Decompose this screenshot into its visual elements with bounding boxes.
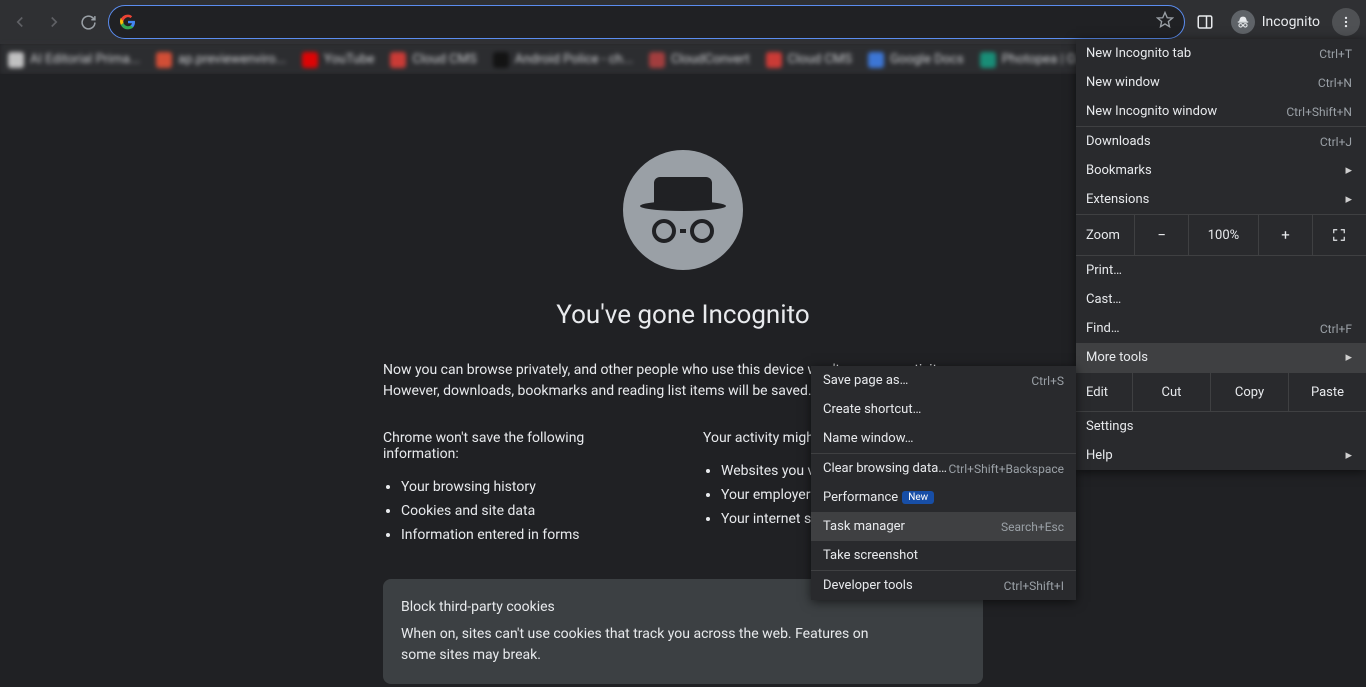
chrome-menu-button[interactable] <box>1332 8 1360 36</box>
submenu-name-window[interactable]: Name window… <box>811 424 1076 453</box>
menu-settings[interactable]: Settings <box>1076 412 1366 441</box>
menu-find[interactable]: Find…Ctrl+F <box>1076 314 1366 343</box>
edit-label: Edit <box>1076 373 1132 411</box>
menu-new-incognito-tab[interactable]: New Incognito tabCtrl+T <box>1076 39 1366 68</box>
side-panel-button[interactable] <box>1191 8 1219 36</box>
submenu-developer-tools[interactable]: Developer toolsCtrl+Shift+I <box>811 571 1076 600</box>
list-item: Information entered in forms <box>401 524 663 548</box>
back-button[interactable] <box>6 8 34 36</box>
bookmark-star-icon[interactable] <box>1156 11 1174 33</box>
submenu-performance[interactable]: PerformanceNew <box>811 483 1076 512</box>
wont-save-heading: Chrome won't save the following informat… <box>383 430 663 462</box>
bookmark-item[interactable]: Photopea | O... <box>980 52 1086 68</box>
chevron-right-icon: ▸ <box>1345 448 1352 463</box>
bookmark-item[interactable]: AI Editorial Prima... <box>8 52 140 68</box>
chevron-right-icon: ▸ <box>1345 192 1352 207</box>
bookmark-item[interactable]: ap.previewenviro... <box>156 52 286 68</box>
chrome-main-menu: New Incognito tabCtrl+T New windowCtrl+N… <box>1076 39 1366 470</box>
menu-new-window[interactable]: New windowCtrl+N <box>1076 68 1366 97</box>
list-item: Cookies and site data <box>401 500 663 524</box>
menu-new-incognito-window[interactable]: New Incognito windowCtrl+Shift+N <box>1076 97 1366 126</box>
incognito-hero-icon <box>623 150 743 270</box>
zoom-value: 100% <box>1188 215 1258 255</box>
bookmark-item[interactable]: Google Docs <box>868 52 964 68</box>
bookmark-item[interactable]: Cloud CMS <box>390 52 476 68</box>
incognito-label: Incognito <box>1262 14 1320 30</box>
menu-downloads[interactable]: DownloadsCtrl+J <box>1076 127 1366 156</box>
copy-button[interactable]: Copy <box>1210 373 1288 411</box>
forward-button[interactable] <box>40 8 68 36</box>
bookmark-item[interactable]: Android Police - ch... <box>493 52 633 68</box>
address-bar[interactable] <box>108 5 1185 39</box>
incognito-icon <box>1231 10 1255 34</box>
submenu-take-screenshot[interactable]: Take screenshot <box>811 541 1076 570</box>
menu-print[interactable]: Print… <box>1076 256 1366 285</box>
menu-extensions[interactable]: Extensions▸ <box>1076 185 1366 214</box>
menu-help[interactable]: Help▸ <box>1076 441 1366 470</box>
reload-button[interactable] <box>74 8 102 36</box>
bookmark-item[interactable]: YouTube <box>302 52 375 68</box>
new-badge: New <box>902 491 934 504</box>
browser-toolbar: Incognito <box>0 0 1366 44</box>
chevron-right-icon: ▸ <box>1345 350 1352 365</box>
submenu-save-page[interactable]: Save page as…Ctrl+S <box>811 366 1076 395</box>
bookmark-item[interactable]: Cloud CMS <box>766 52 852 68</box>
more-tools-submenu: Save page as…Ctrl+S Create shortcut… Nam… <box>811 366 1076 600</box>
cookie-card-title: Block third-party cookies <box>401 597 903 618</box>
bookmark-item[interactable]: CloudConvert <box>649 52 750 68</box>
menu-bookmarks[interactable]: Bookmarks▸ <box>1076 156 1366 185</box>
site-icon <box>119 13 137 31</box>
zoom-out-button[interactable]: − <box>1134 215 1188 255</box>
submenu-create-shortcut[interactable]: Create shortcut… <box>811 395 1076 424</box>
paste-button[interactable]: Paste <box>1288 373 1366 411</box>
submenu-task-manager[interactable]: Task managerSearch+Esc <box>811 512 1076 541</box>
zoom-in-button[interactable]: + <box>1258 215 1312 255</box>
menu-edit-row: Edit Cut Copy Paste <box>1076 372 1366 412</box>
menu-more-tools[interactable]: More tools▸ <box>1076 343 1366 372</box>
incognito-indicator[interactable]: Incognito <box>1225 10 1326 34</box>
page-title: You've gone Incognito <box>383 300 983 330</box>
menu-zoom-row: Zoom − 100% + <box>1076 215 1366 255</box>
chevron-right-icon: ▸ <box>1345 163 1352 178</box>
zoom-label: Zoom <box>1076 228 1134 243</box>
cookie-card-body: When on, sites can't use cookies that tr… <box>401 624 903 666</box>
list-item: Your browsing history <box>401 476 663 500</box>
submenu-clear-browsing-data[interactable]: Clear browsing data…Ctrl+Shift+Backspace <box>811 454 1076 483</box>
cut-button[interactable]: Cut <box>1132 373 1210 411</box>
menu-cast[interactable]: Cast… <box>1076 285 1366 314</box>
fullscreen-button[interactable] <box>1312 215 1366 255</box>
